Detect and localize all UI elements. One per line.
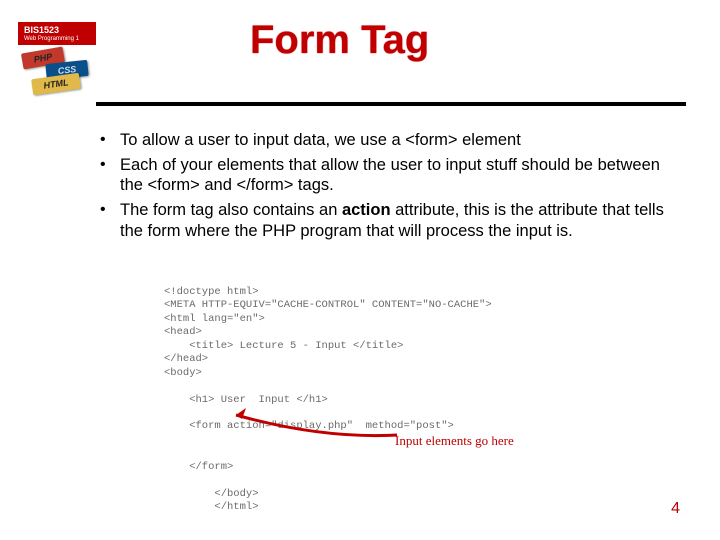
bullet-item: Each of your elements that allow the use… (96, 155, 686, 196)
bullet-item: To allow a user to input data, we use a … (96, 130, 686, 151)
course-code: BIS1523 (24, 26, 90, 35)
bullet-list: To allow a user to input data, we use a … (96, 130, 686, 245)
title-underline (96, 102, 686, 106)
brick-html: HTML (31, 73, 81, 96)
slide-header: BIS1523 Web Programming 1 PHP CSS HTML F… (0, 0, 720, 120)
arrow-icon (222, 405, 402, 440)
course-logo: BIS1523 Web Programming 1 PHP CSS HTML (18, 22, 96, 94)
bricks-icon: PHP CSS HTML (18, 48, 96, 94)
annotation-label: Input elements go here (395, 433, 514, 449)
logo-label: BIS1523 Web Programming 1 (18, 22, 96, 45)
bullet-item: The form tag also contains an action att… (96, 200, 686, 241)
course-subtitle: Web Programming 1 (24, 36, 90, 42)
slide-title: Form Tag (250, 18, 429, 63)
page-number: 4 (671, 500, 680, 518)
code-sample: <!doctype html> <META HTTP-EQUIV="CACHE-… (164, 286, 664, 514)
